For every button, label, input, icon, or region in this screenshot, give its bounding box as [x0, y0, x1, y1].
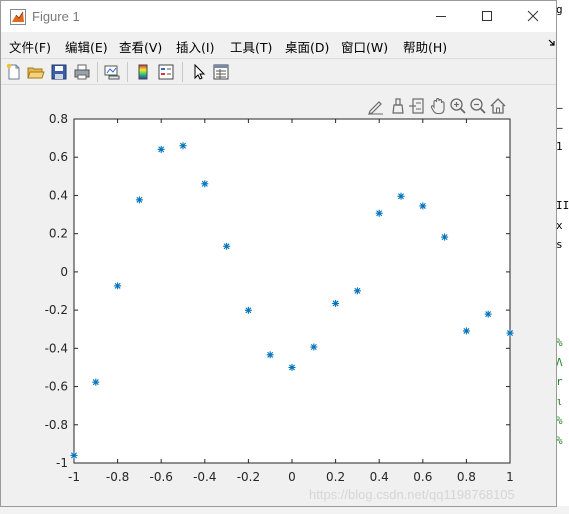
- editor-line: %: [556, 336, 563, 350]
- data-point: [332, 299, 340, 307]
- x-tick-label: 0.2: [326, 470, 345, 484]
- data-point: [288, 363, 296, 371]
- editor-line: s: [556, 238, 563, 252]
- y-tick-label: -0.8: [45, 418, 68, 432]
- editor-line: Λ: [556, 355, 563, 369]
- data-point: [223, 242, 231, 250]
- axes-box[interactable]: [73, 118, 511, 464]
- y-tick-label: 0: [60, 265, 68, 279]
- background-editor-window: g – – 1 II x s % Λr ι%%: [556, 0, 569, 514]
- data-point: [135, 196, 143, 204]
- x-tick-label: -0.2: [237, 470, 260, 484]
- watermark-text: https://blog.csdn.net/qq1198768105: [309, 487, 515, 502]
- data-point: [441, 233, 449, 241]
- y-tick-label: -0.2: [45, 303, 68, 317]
- data-point: [397, 192, 405, 200]
- editor-line: r: [556, 375, 563, 389]
- x-tick-label: -1: [68, 470, 80, 484]
- editor-line: 1: [556, 140, 563, 154]
- data-point: [506, 329, 514, 337]
- scatter-plot[interactable]: -1 -0.8 -0.6 -0.4 -0.2 0 0.2 0.4 0.6 0.8 1 0.8 0.6 0…: [1, 1, 556, 506]
- editor-line: –: [556, 100, 563, 114]
- y-tick-label: -0.4: [45, 341, 68, 355]
- editor-line: –: [556, 120, 563, 134]
- y-tick-label: -1: [56, 456, 68, 470]
- x-tick-label: 0.8: [457, 470, 476, 484]
- x-tick-label: 1: [506, 470, 514, 484]
- y-tick-label: 0.4: [49, 188, 68, 202]
- data-point: [201, 180, 209, 188]
- editor-line: x: [556, 218, 563, 232]
- data-point: [375, 209, 383, 217]
- data-point: [114, 282, 122, 290]
- data-point: [353, 287, 361, 295]
- x-tick-label: -0.6: [149, 470, 172, 484]
- y-tick-label: 0.8: [49, 112, 68, 126]
- editor-line: %: [556, 434, 563, 448]
- background-bottom-edge: [0, 506, 569, 514]
- data-point: [179, 142, 187, 150]
- editor-line: II: [556, 198, 569, 212]
- x-tick-label: 0: [288, 470, 296, 484]
- data-point: [266, 351, 274, 359]
- x-tick-label: 0.4: [370, 470, 389, 484]
- data-point: [310, 343, 318, 351]
- data-point: [419, 202, 427, 210]
- x-tick-label: -0.8: [106, 470, 129, 484]
- editor-line: ι: [556, 394, 563, 408]
- figure-window: Figure 1 文件(F) 编辑(E) 查看(V) 插入(I) 工具(T) 桌…: [0, 0, 557, 507]
- data-point: [244, 306, 252, 314]
- x-tick-label: -0.4: [193, 470, 216, 484]
- y-tick-label: 0.2: [49, 227, 68, 241]
- y-tick-label: 0.6: [49, 150, 68, 164]
- data-point: [484, 310, 492, 318]
- editor-line: g: [556, 3, 563, 16]
- editor-line: %: [556, 414, 563, 428]
- data-point: [70, 451, 78, 459]
- x-tick-label: 0.6: [413, 470, 432, 484]
- y-tick-label: -0.6: [45, 380, 68, 394]
- data-point: [92, 378, 100, 386]
- data-point: [157, 145, 165, 153]
- data-point: [462, 327, 470, 335]
